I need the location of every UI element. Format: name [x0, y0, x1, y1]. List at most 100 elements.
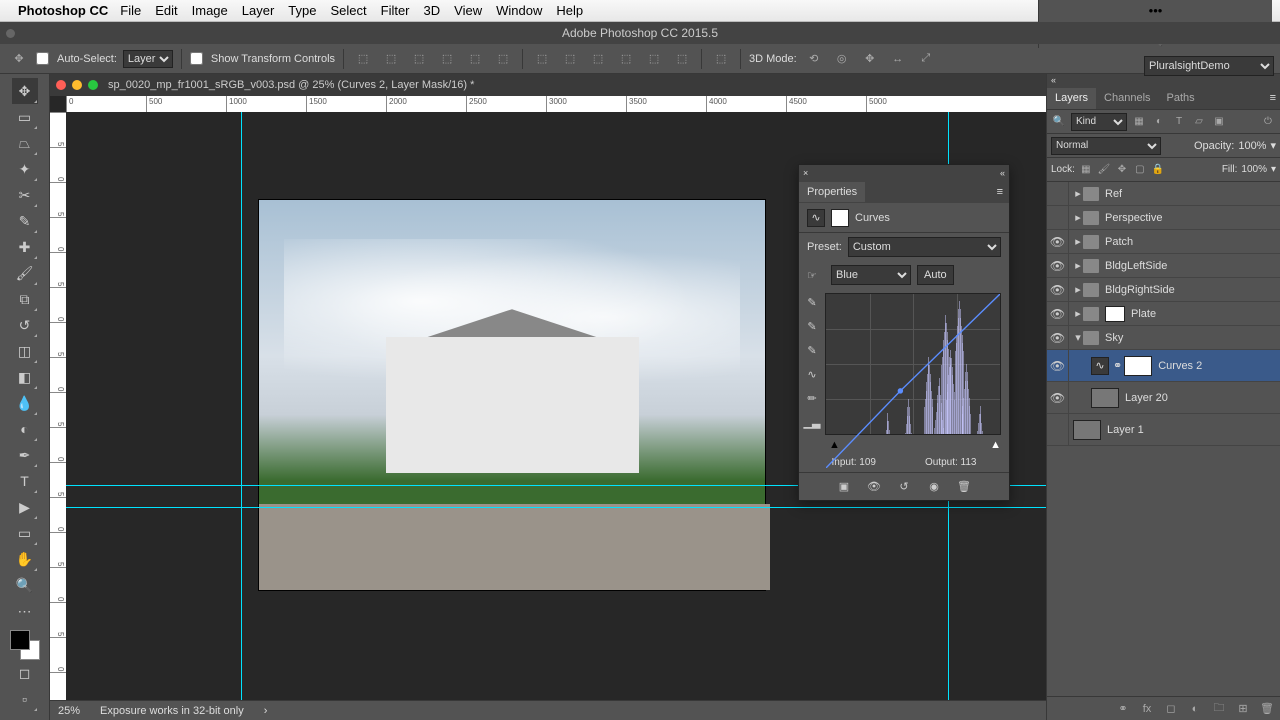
curves-icon[interactable]: ∿: [1091, 357, 1109, 375]
layer-name[interactable]: BldgLeftSide: [1105, 260, 1167, 272]
delete-adjustment-icon[interactable]: 🗑: [955, 478, 973, 496]
lock-all-icon[interactable]: 🔒: [1151, 163, 1165, 177]
auto-align-icon[interactable]: ⬚: [710, 48, 732, 70]
tab-properties[interactable]: Properties: [799, 182, 865, 202]
menu-layer[interactable]: Layer: [242, 3, 275, 18]
sample-gray-icon[interactable]: ✎: [803, 317, 821, 335]
quick-mask-icon[interactable]: ◻: [12, 660, 38, 686]
zoom-tool[interactable]: 🔍: [12, 572, 38, 598]
layer-row[interactable]: 👁 Layer 20: [1047, 382, 1280, 414]
dist-bottom-icon[interactable]: ⬚: [587, 48, 609, 70]
opacity-dropdown-icon[interactable]: ▾: [1270, 139, 1276, 152]
delete-layer-icon[interactable]: 🗑: [1260, 702, 1274, 716]
move-tool-preset-icon[interactable]: ✥: [8, 48, 30, 70]
dist-hcenter-icon[interactable]: ⬚: [643, 48, 665, 70]
guide-horizontal[interactable]: [66, 507, 1046, 508]
visibility-toggle[interactable]: 👁: [1047, 382, 1069, 413]
align-top-icon[interactable]: ⬚: [352, 48, 374, 70]
filter-pixel-icon[interactable]: ▦: [1131, 114, 1147, 130]
3d-orbit-icon[interactable]: ⟲: [803, 48, 825, 70]
reset-icon[interactable]: ↺: [895, 478, 913, 496]
align-bottom-icon[interactable]: ⬚: [408, 48, 430, 70]
histogram-icon[interactable]: ▁▃: [803, 413, 821, 431]
disclosure-icon[interactable]: ▸: [1073, 259, 1083, 272]
color-swatches[interactable]: [10, 630, 40, 660]
align-right-icon[interactable]: ⬚: [492, 48, 514, 70]
lasso-tool[interactable]: ⏢: [12, 130, 38, 156]
menu-3d[interactable]: 3D: [424, 3, 441, 18]
lock-artboard-icon[interactable]: ▢: [1133, 163, 1147, 177]
new-layer-icon[interactable]: ⊞: [1236, 702, 1250, 716]
menu-filter[interactable]: Filter: [381, 3, 410, 18]
menu-file[interactable]: File: [120, 3, 141, 18]
disclosure-icon[interactable]: ▸: [1073, 187, 1083, 200]
align-hcenter-icon[interactable]: ⬚: [464, 48, 486, 70]
filter-type-icon[interactable]: T: [1171, 114, 1187, 130]
layer-row[interactable]: 👁∿⚭Curves 2: [1047, 350, 1280, 382]
eraser-tool[interactable]: ◫: [12, 338, 38, 364]
zoom-doc-icon[interactable]: [88, 80, 98, 90]
filter-shape-icon[interactable]: ▱: [1191, 114, 1207, 130]
toggle-visibility-icon[interactable]: ◉: [925, 478, 943, 496]
panel-close-icon[interactable]: ×: [803, 168, 808, 178]
visibility-toggle[interactable]: 👁: [1047, 230, 1069, 253]
dist-left-icon[interactable]: ⬚: [615, 48, 637, 70]
minimize-doc-icon[interactable]: [72, 80, 82, 90]
layer-fx-icon[interactable]: fx: [1140, 702, 1154, 716]
visibility-toggle[interactable]: 👁: [1047, 254, 1069, 277]
channel-select[interactable]: Blue: [831, 265, 911, 285]
disclosure-icon[interactable]: ▸: [1073, 211, 1083, 224]
preset-select[interactable]: Custom: [848, 237, 1001, 257]
layer-name[interactable]: Layer 20: [1125, 392, 1168, 404]
minimize-tab-icon[interactable]: [6, 29, 15, 38]
history-brush-tool[interactable]: ↺: [12, 312, 38, 338]
shape-tool[interactable]: ▭: [12, 520, 38, 546]
hand-tool[interactable]: ✋: [12, 546, 38, 572]
vertical-ruler[interactable]: 505050505050505050: [50, 112, 66, 700]
brush-tool[interactable]: 🖌: [12, 260, 38, 286]
dist-top-icon[interactable]: ⬚: [531, 48, 553, 70]
menu-window[interactable]: Window: [496, 3, 542, 18]
auto-button[interactable]: Auto: [917, 265, 954, 285]
sample-black-icon[interactable]: ✎: [803, 341, 821, 359]
image-canvas[interactable]: [259, 200, 765, 590]
view-previous-icon[interactable]: 👁: [865, 478, 883, 496]
3d-pan-icon[interactable]: ✥: [859, 48, 881, 70]
layer-row[interactable]: 👁 ▸ BldgLeftSide: [1047, 254, 1280, 278]
menu-edit[interactable]: Edit: [155, 3, 177, 18]
crop-tool[interactable]: ✂: [12, 182, 38, 208]
edit-points-icon[interactable]: ∿: [803, 365, 821, 383]
menu-type[interactable]: Type: [288, 3, 316, 18]
filter-search-icon[interactable]: 🔍: [1051, 114, 1067, 130]
pen-tool[interactable]: ✒: [12, 442, 38, 468]
guide-vertical[interactable]: [241, 112, 242, 700]
layer-group-icon[interactable]: 🗀: [1212, 702, 1226, 716]
layer-row[interactable]: 👁▸BldgRightSide: [1047, 278, 1280, 302]
layer-name[interactable]: Plate: [1131, 308, 1156, 320]
blur-tool[interactable]: 💧: [12, 390, 38, 416]
healing-tool[interactable]: ✚: [12, 234, 38, 260]
align-vcenter-icon[interactable]: ⬚: [380, 48, 402, 70]
visibility-toggle[interactable]: 👁: [1047, 302, 1069, 325]
curves-adj-icon[interactable]: ∿: [807, 209, 825, 227]
layer-name[interactable]: Layer 1: [1107, 424, 1144, 436]
dist-vcenter-icon[interactable]: ⬚: [559, 48, 581, 70]
link-icon[interactable]: ⚭: [1113, 359, 1122, 372]
lock-position-icon[interactable]: ✥: [1115, 163, 1129, 177]
show-transform-checkbox[interactable]: [190, 52, 203, 65]
layer-thumb[interactable]: [1073, 420, 1101, 440]
visibility-toggle[interactable]: [1047, 414, 1069, 445]
layer-thumb[interactable]: [1091, 388, 1119, 408]
layer-row[interactable]: 👁▾Sky: [1047, 326, 1280, 350]
foreground-color[interactable]: [10, 630, 30, 650]
path-select-tool[interactable]: ▶: [12, 494, 38, 520]
disclosure-icon[interactable]: ▸: [1073, 307, 1083, 320]
horizontal-ruler[interactable]: 0500100015002000250030003500400045005000: [66, 96, 1046, 112]
disclosure-icon[interactable]: ▸: [1073, 235, 1083, 248]
screen-mode-icon[interactable]: ▫: [12, 686, 38, 712]
status-popup-icon[interactable]: ›: [264, 705, 268, 717]
layer-row[interactable]: ▸Ref: [1047, 182, 1280, 206]
curves-graph[interactable]: [825, 293, 1001, 435]
filter-smart-icon[interactable]: ▣: [1211, 114, 1227, 130]
stamp-tool[interactable]: ⧉: [12, 286, 38, 312]
